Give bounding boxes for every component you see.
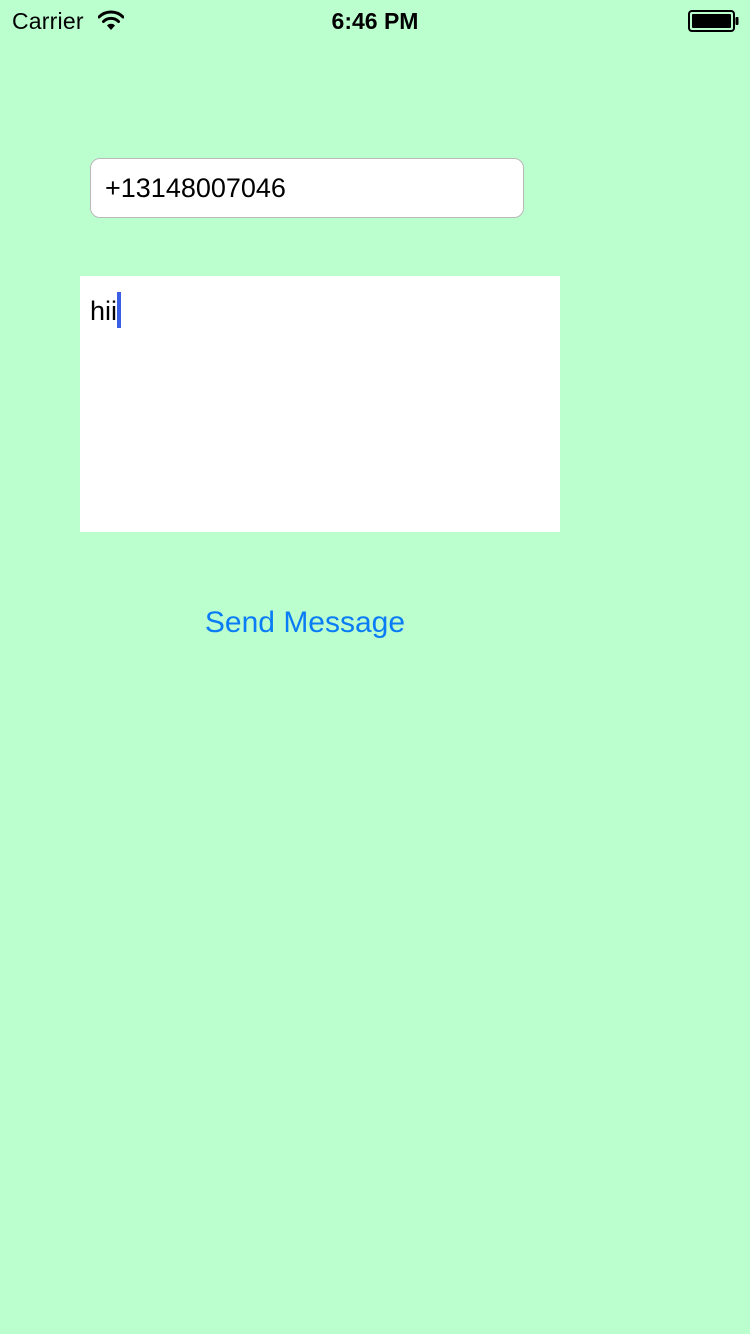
message-value: hii	[90, 296, 118, 326]
phone-number-field[interactable]: +13148007046	[90, 158, 524, 218]
text-cursor	[117, 292, 122, 328]
battery-icon	[688, 10, 740, 32]
message-content: hii	[90, 292, 122, 328]
send-message-button[interactable]: Send Message	[180, 598, 430, 648]
phone-number-value: +13148007046	[105, 173, 286, 203]
status-bar: Carrier 6:46 PM	[0, 0, 750, 40]
message-text-area[interactable]: hii	[80, 276, 560, 532]
status-time: 6:46 PM	[331, 8, 419, 34]
